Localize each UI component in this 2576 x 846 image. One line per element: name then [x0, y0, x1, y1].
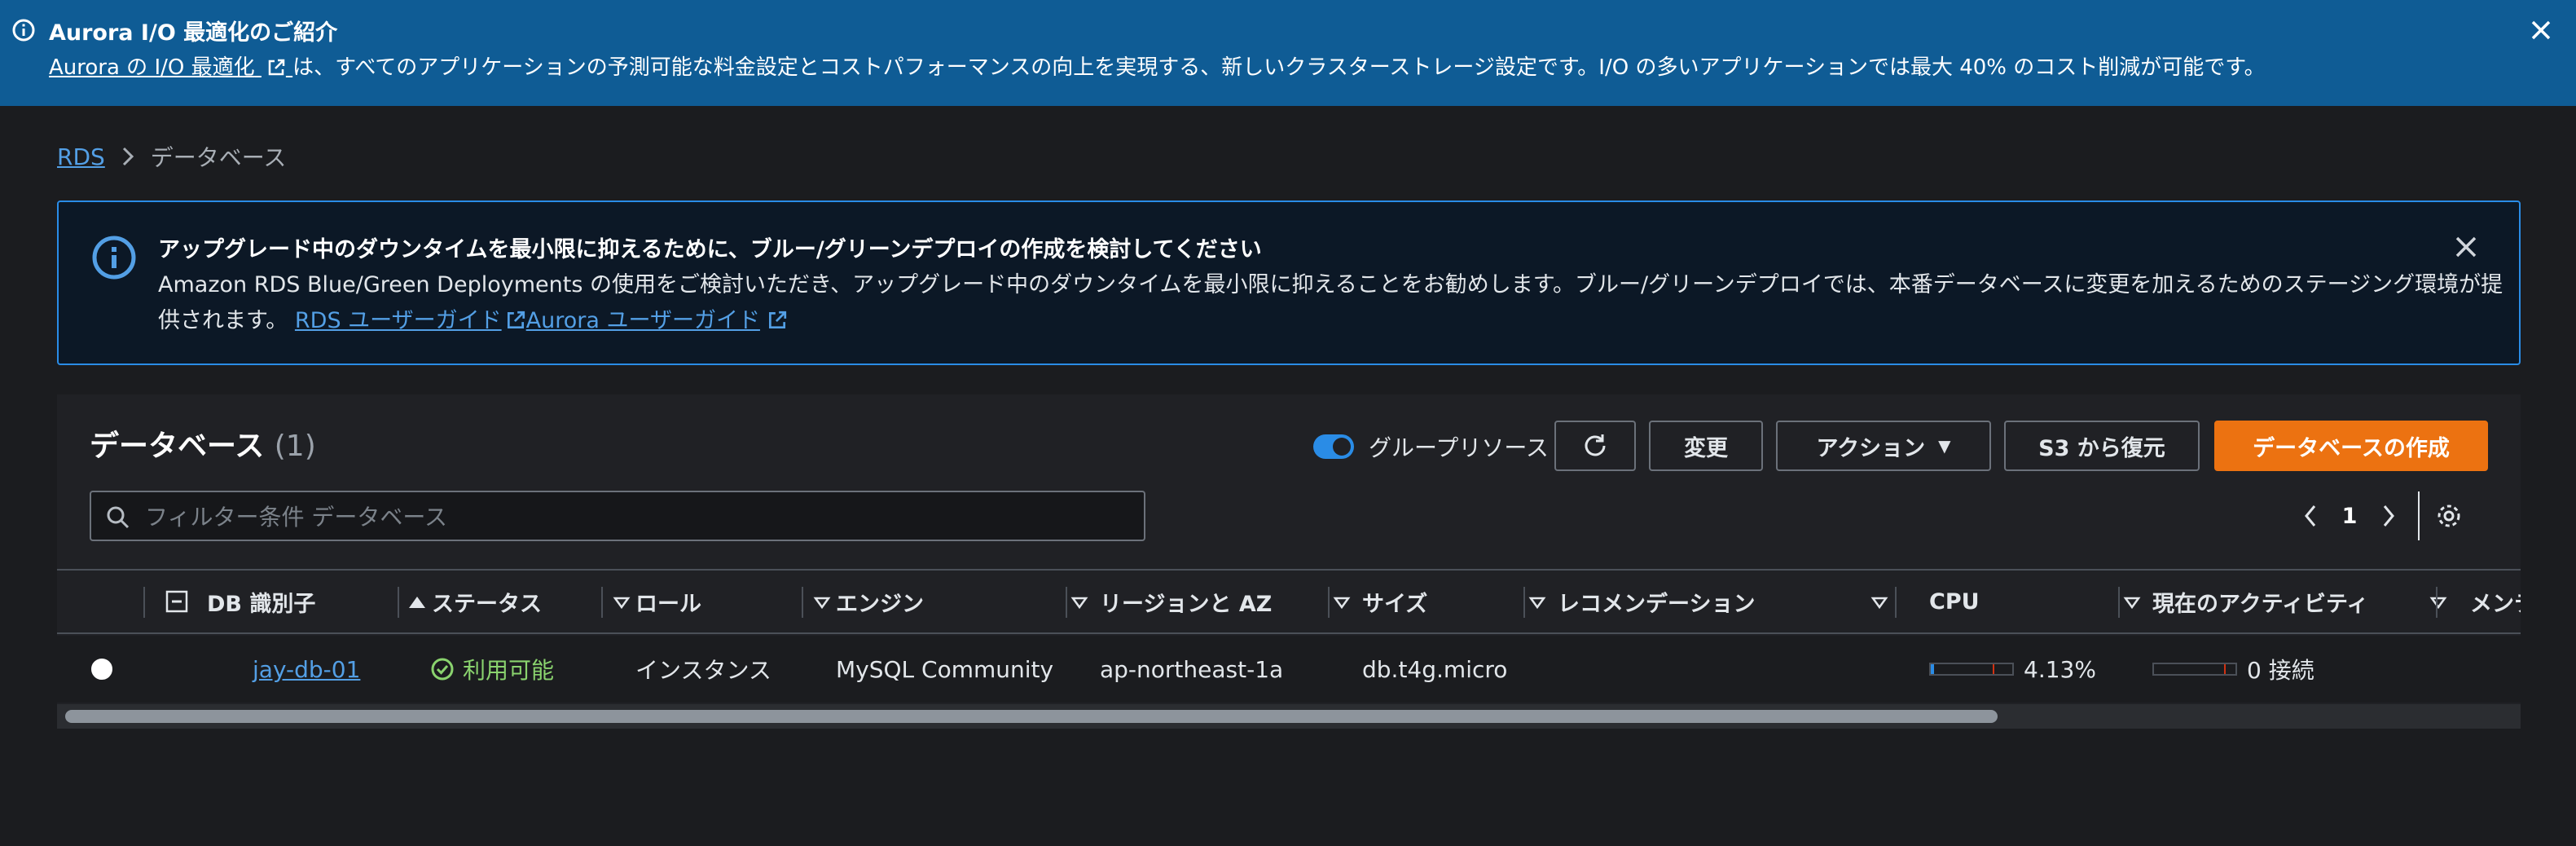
chevron-right-icon	[121, 146, 134, 167]
cell-cpu: 4.13%	[1929, 636, 2096, 703]
column-region-az[interactable]: リージョンと AZ	[1100, 571, 1362, 632]
caret-down-icon: ▼	[1938, 436, 1951, 456]
scrollbar-thumb[interactable]	[65, 710, 1998, 723]
banner-message: Aurora の I/O 最適化 は、すべてのアプリケーションの予測可能な料金設…	[49, 51, 2266, 81]
column-recommendation[interactable]: レコメンデーション	[1558, 571, 1900, 632]
aurora-user-guide-link[interactable]: Aurora ユーザーガイド	[526, 308, 788, 333]
external-link-icon	[768, 311, 787, 329]
search-input[interactable]	[145, 500, 1123, 533]
cell-engine: MySQL Community	[836, 655, 1054, 683]
banner-close-icon[interactable]	[2529, 18, 2553, 42]
cpu-value: 4.13%	[2024, 655, 2096, 683]
io-optimized-banner: Aurora I/O 最適化のご紹介 Aurora の I/O 最適化 は、すべ…	[0, 0, 2576, 106]
pagination: 1	[2294, 491, 2465, 540]
db-identifier-link[interactable]: jay-db-01	[253, 656, 360, 683]
activity-value: 0 接続	[2247, 657, 2314, 684]
sort-icon	[1870, 597, 1888, 610]
toggle-switch[interactable]	[1313, 434, 1354, 459]
restore-from-s3-button[interactable]: S3 から復元	[2004, 421, 2200, 471]
table-row[interactable]: jay-db-01 利用可能 インスタンス MySQL Community ap…	[57, 636, 2521, 703]
cpu-meter	[1929, 663, 2014, 676]
sort-ascending-icon	[409, 597, 425, 608]
table-header: DB 識別子 ステータス ロール エンジン リージョンと AZ サイズ レコメン…	[57, 569, 2521, 634]
horizontal-scrollbar[interactable]	[57, 704, 2521, 729]
sort-icon	[813, 597, 831, 610]
settings-gear-icon[interactable]	[2433, 496, 2465, 536]
status-available-icon	[431, 658, 454, 681]
cell-size: db.t4g.micro	[1362, 655, 1508, 683]
cell-db-identifier: jay-db-01	[253, 636, 360, 703]
column-size[interactable]: サイズ	[1362, 571, 1558, 632]
group-resources-label: グループリソース	[1369, 434, 1549, 461]
alert-close-icon[interactable]	[2454, 235, 2478, 259]
refresh-button[interactable]	[1554, 421, 1636, 471]
column-role[interactable]: ロール	[635, 571, 842, 632]
blue-green-alert: アップグレード中のダウンタイムを最小限に抑えるために、ブルー/グリーンデプロイの…	[57, 200, 2521, 365]
column-engine[interactable]: エンジン	[836, 571, 1100, 632]
collapse-all-icon[interactable]	[165, 589, 189, 614]
column-status[interactable]: ステータス	[432, 571, 642, 632]
modify-button[interactable]: 変更	[1649, 421, 1763, 471]
cell-current-activity: 0 接続	[2152, 636, 2314, 703]
banner-io-link[interactable]: Aurora の I/O 最適化	[49, 55, 292, 80]
alert-body: Amazon RDS Blue/Green Deployments の使用をご検…	[158, 267, 2504, 339]
breadcrumb-rds[interactable]: RDS	[57, 143, 105, 170]
alert-title: アップグレード中のダウンタイムを最小限に抑えるために、ブルー/グリーンデプロイの…	[158, 237, 1262, 262]
actions-dropdown[interactable]: アクション ▼	[1776, 421, 1991, 471]
sort-icon	[613, 597, 631, 610]
refresh-icon	[1585, 434, 1606, 456]
database-count: (1)	[274, 430, 316, 463]
external-link-icon	[268, 59, 285, 76]
sort-icon	[1070, 597, 1088, 610]
next-page-icon[interactable]	[2372, 496, 2405, 536]
search-icon	[106, 505, 130, 530]
create-database-button[interactable]: データベースの作成	[2214, 421, 2488, 471]
databases-panel: データベース (1) グループリソース 変更 アクション ▼ S3 から復元 デー…	[57, 394, 2521, 729]
info-icon	[91, 235, 137, 280]
group-resources-toggle[interactable]: グループリソース	[1313, 430, 1549, 463]
pager-divider	[2418, 491, 2420, 540]
sort-icon	[2123, 597, 2141, 610]
cell-status: 利用可能	[430, 636, 554, 703]
rds-user-guide-link[interactable]: RDS ユーザーガイド	[295, 308, 526, 333]
external-link-icon	[507, 311, 525, 329]
row-select-radio[interactable]	[91, 659, 112, 680]
search-field[interactable]	[90, 491, 1145, 541]
column-current-activity[interactable]: 現在のアクティビティ	[2152, 571, 2459, 632]
column-maintenance[interactable]: メンテ	[2470, 571, 2521, 632]
panel-title: データベース (1)	[90, 430, 316, 463]
cell-region-az: ap-northeast-1a	[1100, 655, 1284, 683]
banner-title: Aurora I/O 最適化のご紹介	[49, 20, 338, 46]
sort-icon	[1528, 597, 1546, 610]
activity-meter	[2152, 663, 2237, 676]
cell-role: インスタンス	[635, 657, 771, 684]
sort-icon	[1333, 597, 1351, 610]
banner-message-text: は、すべてのアプリケーションの予測可能な料金設定とコストパフォーマンスの向上を実…	[292, 55, 2266, 80]
current-page[interactable]: 1	[2327, 504, 2372, 529]
breadcrumb: RDS データベース	[57, 140, 286, 173]
actions-label: アクション	[1816, 435, 1926, 461]
status-text: 利用可能	[463, 657, 555, 684]
breadcrumb-databases: データベース	[150, 144, 287, 171]
info-icon	[11, 18, 36, 42]
previous-page-icon[interactable]	[2294, 496, 2327, 536]
sort-icon	[2429, 597, 2447, 610]
